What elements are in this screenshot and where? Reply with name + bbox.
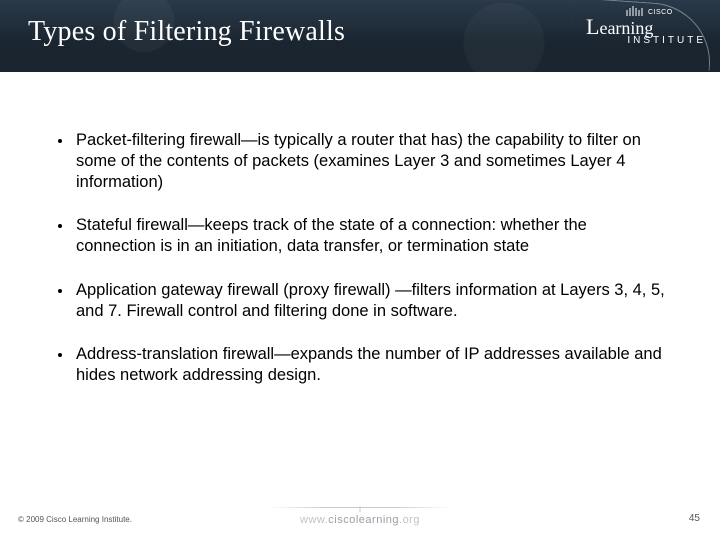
slide-title: Types of Filtering Firewalls [28,16,345,48]
footer-tick-icon [360,506,361,512]
content-area: Packet-filtering firewall—is typically a… [58,130,668,408]
slide-number: 45 [689,513,700,524]
bullet-dot-icon [58,353,62,357]
url-prefix: www. [300,514,328,526]
cisco-learning-logo: CISCO Learning INSTITUTE [586,6,706,62]
bullet-item: Application gateway firewall (proxy fire… [58,280,668,322]
header-bar: Types of Filtering Firewalls CISCO Learn… [0,0,720,72]
bullet-dot-icon [58,139,62,143]
bullet-text: Stateful firewall—keeps track of the sta… [76,215,668,257]
url-suffix: .org [399,514,420,526]
bullet-dot-icon [58,224,62,228]
footer: © 2009 Cisco Learning Institute. www.cis… [0,500,720,530]
bullet-text: Address-translation firewall—expands the… [76,344,668,386]
bullet-text: Application gateway firewall (proxy fire… [76,280,668,322]
url-main: ciscolearning [328,514,399,526]
bullet-text: Packet-filtering firewall—is typically a… [76,130,668,193]
bullet-dot-icon [58,289,62,293]
footer-url: www.ciscolearning.org [300,514,420,526]
bullet-item: Address-translation firewall—expands the… [58,344,668,386]
bullet-item: Packet-filtering firewall—is typically a… [58,130,668,193]
slide: Types of Filtering Firewalls CISCO Learn… [0,0,720,540]
bullet-item: Stateful firewall—keeps track of the sta… [58,215,668,257]
copyright-text: © 2009 Cisco Learning Institute. [18,515,132,524]
